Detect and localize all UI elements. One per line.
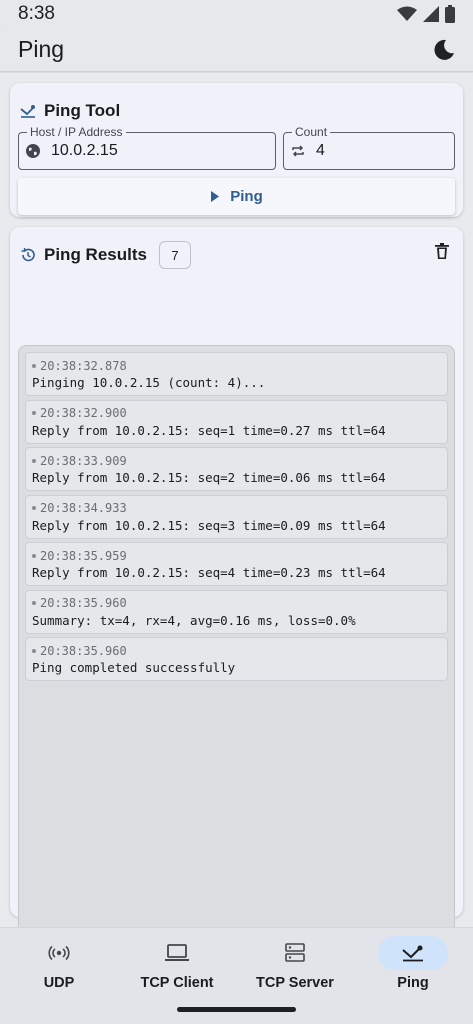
bullet-dot xyxy=(32,363,36,368)
globe-icon xyxy=(26,144,40,158)
ping-tool-header: Ping Tool xyxy=(10,93,463,129)
moon-icon xyxy=(434,39,454,60)
bullet-dot xyxy=(32,553,36,558)
nav-label-udp: UDP xyxy=(43,975,75,991)
log-message: Summary: tx=4, rx=4, avg=0.16 ms, loss=0… xyxy=(32,612,356,628)
server-icon xyxy=(285,943,305,962)
nav-label-tcp-server: TCP Server xyxy=(256,975,334,991)
history-icon xyxy=(21,247,35,262)
bullet-dot xyxy=(32,411,36,415)
results-log[interactable]: 20:38:32.878 Pinging 10.0.2.15 (count: 4… xyxy=(18,345,455,981)
app-bar: Ping xyxy=(0,28,473,72)
log-timestamp: 20:38:32.900 xyxy=(40,406,127,420)
repeat-icon xyxy=(292,145,304,157)
log-message: Ping completed successfully xyxy=(32,660,236,675)
clear-results-button[interactable] xyxy=(435,243,449,259)
bullet-dot xyxy=(32,601,36,605)
page-title: Ping xyxy=(18,36,65,62)
laptop-icon xyxy=(165,944,189,961)
log-message: Reply from 10.0.2.15: seq=3 time=0.09 ms… xyxy=(32,517,386,533)
log-entry: 20:38:35.960 Summary: tx=4, rx=4, avg=0.… xyxy=(25,589,448,634)
log-timestamp: 20:38:35.960 xyxy=(40,596,127,610)
log-entry: 20:38:32.878 Pinging 10.0.2.15 (count: 4… xyxy=(25,352,448,396)
count-input[interactable]: 4 xyxy=(316,142,325,160)
log-entry: 20:38:32.900 Reply from 10.0.2.15: seq=1… xyxy=(25,399,448,444)
wifi-icon xyxy=(397,6,417,21)
host-field-label: Host / IP Address xyxy=(27,125,126,139)
nav-label-tcp-client: TCP Client xyxy=(140,975,214,991)
log-timestamp: 20:38:32.878 xyxy=(40,358,127,373)
ping-tool-card: Ping Tool Host / IP Address 10.0.2.15 Co… xyxy=(10,83,463,217)
nav-item-udp[interactable]: UDP xyxy=(0,928,118,1008)
log-entry: 20:38:35.960 Ping completed successfully xyxy=(25,637,448,681)
count-field-label: Count xyxy=(292,125,331,139)
count-field[interactable]: Count 4 xyxy=(283,125,455,170)
log-message: Reply from 10.0.2.15: seq=1 time=0.27 ms… xyxy=(32,422,386,438)
ping-tool-title: Ping Tool xyxy=(44,101,121,120)
trash-icon xyxy=(435,243,449,259)
active-indicator xyxy=(378,936,448,970)
log-message: Reply from 10.0.2.15: seq=2 time=0.06 ms… xyxy=(32,470,386,485)
log-timestamp: 20:38:34.933 xyxy=(40,501,127,515)
broadcast-icon xyxy=(48,945,70,961)
host-input[interactable]: 10.0.2.15 xyxy=(51,142,118,160)
results-count-badge: 7 xyxy=(158,241,191,269)
log-message: Pinging 10.0.2.15 (count: 4)... xyxy=(32,375,266,390)
system-icons xyxy=(397,5,455,23)
log-entry: 20:38:35.959 Reply from 10.0.2.15: seq=4… xyxy=(25,542,448,586)
status-time: 8:38 xyxy=(18,3,55,24)
theme-toggle-button[interactable] xyxy=(433,39,455,61)
gesture-bar xyxy=(177,1007,296,1012)
host-field[interactable]: Host / IP Address 10.0.2.15 xyxy=(18,125,276,170)
nav-item-ping[interactable]: Ping xyxy=(354,928,472,1008)
log-timestamp: 20:38:33.909 xyxy=(40,453,127,468)
battery-icon xyxy=(445,5,455,23)
log-message: Reply from 10.0.2.15: seq=4 time=0.23 ms… xyxy=(32,565,386,580)
ping-results-header: Ping Results 7 xyxy=(10,237,463,273)
bullet-dot xyxy=(32,648,36,653)
ping-button-label: Ping xyxy=(230,188,263,205)
log-entry: 20:38:34.933 Reply from 10.0.2.15: seq=3… xyxy=(25,494,448,539)
bullet-dot xyxy=(32,506,36,510)
ping-results-card: Ping Results 7 20:38:32.878 Pinging 10.0… xyxy=(10,227,463,981)
log-timestamp: 20:38:35.959 xyxy=(40,548,127,563)
status-bar: 8:38 xyxy=(0,0,473,28)
ping-button[interactable]: Ping xyxy=(18,178,455,215)
ping-icon xyxy=(20,105,35,118)
ping-inputs: Host / IP Address 10.0.2.15 Count 4 xyxy=(18,125,455,170)
play-icon xyxy=(211,191,220,202)
log-entry: 20:38:33.909 Reply from 10.0.2.15: seq=2… xyxy=(25,447,448,491)
nav-item-tcp-server[interactable]: TCP Server xyxy=(236,928,354,1008)
cell-signal-icon xyxy=(423,6,439,22)
main-content: Ping Tool Host / IP Address 10.0.2.15 Co… xyxy=(0,73,473,981)
ping-results-title: Ping Results xyxy=(44,245,147,264)
nav-label-ping: Ping xyxy=(397,975,429,991)
bullet-dot xyxy=(32,458,36,463)
ping-icon xyxy=(402,945,423,962)
log-timestamp: 20:38:35.960 xyxy=(40,643,127,658)
nav-item-tcp-client[interactable]: TCP Client xyxy=(118,928,236,1008)
